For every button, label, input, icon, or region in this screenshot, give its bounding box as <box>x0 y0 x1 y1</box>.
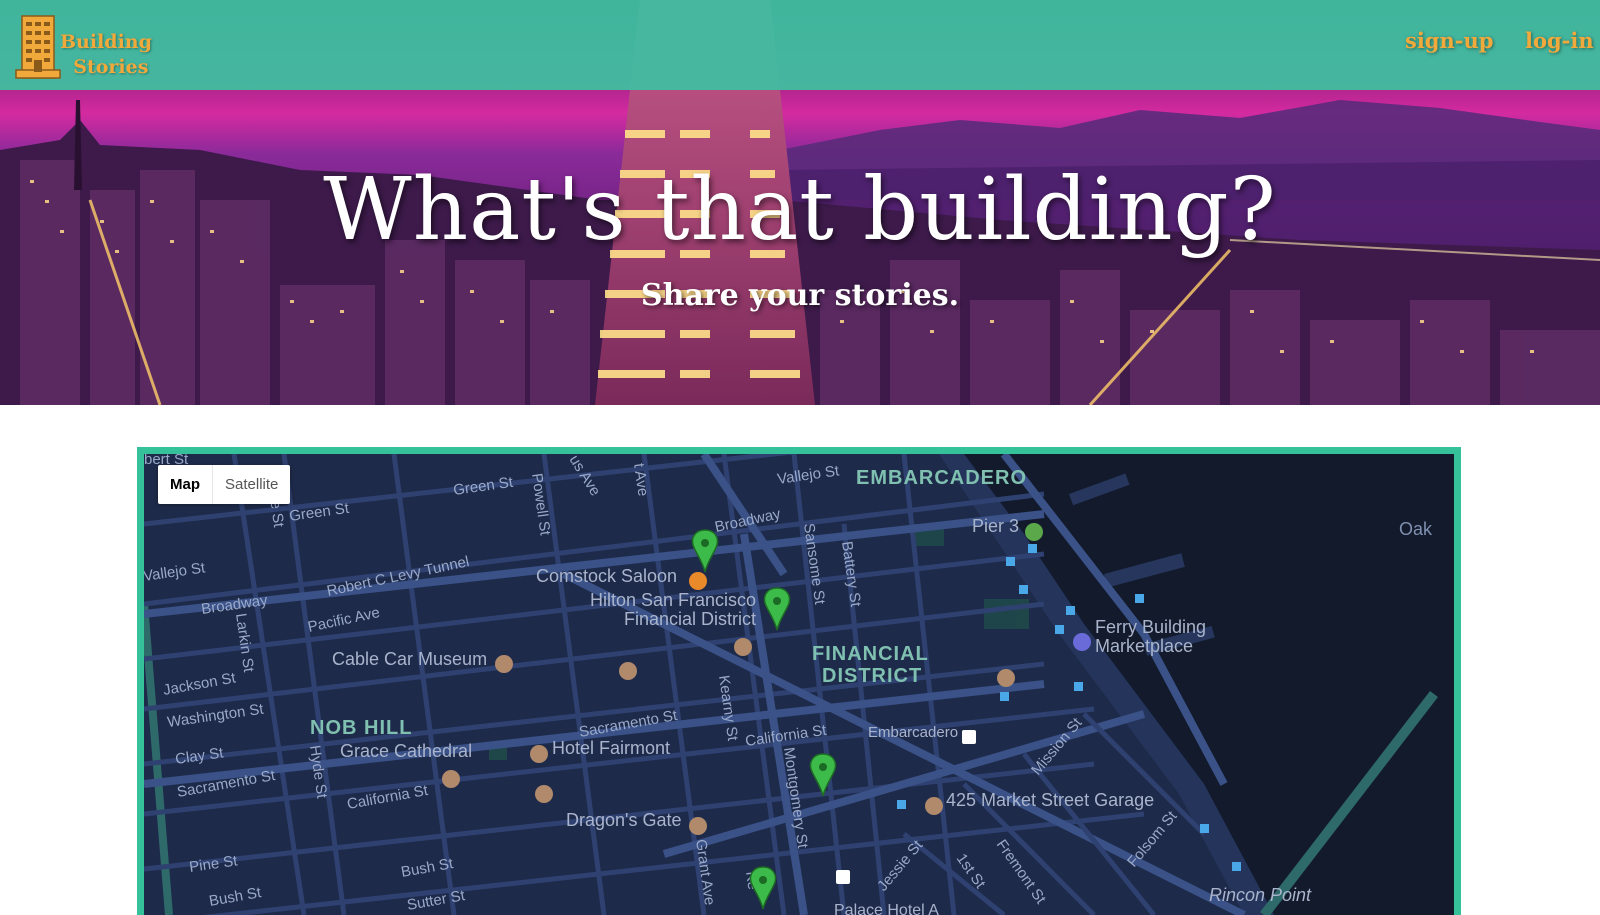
place-dragons-gate: Dragon's Gate <box>566 810 682 830</box>
brand-line2: Stories <box>73 56 149 78</box>
hotel-fairmont-poi-icon[interactable] <box>530 745 548 763</box>
label-financial-1: FINANCIAL <box>812 643 929 665</box>
bar-poi-icon[interactable] <box>689 572 707 590</box>
login-link[interactable]: log-in <box>1525 28 1594 53</box>
place-rincon-point: Rincon Point <box>1209 885 1312 905</box>
hero-title: What's that building? <box>323 160 1277 260</box>
bus-stop-icon[interactable] <box>1200 824 1209 833</box>
place-ferry-1: Ferry Building <box>1095 617 1206 637</box>
place-grace-cathedral: Grace Cathedral <box>340 741 472 761</box>
buildings-map[interactable]: Map Satellite EMBARCADERO FINANCIAL DIST… <box>144 454 1454 915</box>
street-oak: Oak <box>1399 519 1433 539</box>
bus-stop-icon[interactable] <box>1000 692 1009 701</box>
map-frame: Map Satellite EMBARCADERO FINANCIAL DIST… <box>137 447 1461 915</box>
place-425-market-garage: 425 Market Street Garage <box>946 790 1154 810</box>
bus-stop-icon[interactable] <box>1019 585 1028 594</box>
label-financial-2: DISTRICT <box>822 665 922 687</box>
parking-poi-icon[interactable] <box>925 797 943 815</box>
bus-stop-icon[interactable] <box>1232 862 1241 871</box>
camera-poi-icon[interactable] <box>619 662 637 680</box>
brand-line1: Building <box>60 31 152 53</box>
map-canvas: EMBARCADERO FINANCIAL DISTRICT NOB HILL … <box>144 454 1454 915</box>
place-cable-car-museum: Cable Car Museum <box>332 649 487 669</box>
place-pier-3: Pier 3 <box>972 516 1019 536</box>
map-type-satellite-button[interactable]: Satellite <box>213 465 290 504</box>
bus-stop-icon[interactable] <box>1066 606 1075 615</box>
landmark-poi-icon[interactable] <box>997 669 1015 687</box>
hotel-poi-icon-2[interactable] <box>535 785 553 803</box>
map-type-control: Map Satellite <box>158 465 291 504</box>
top-navbar: Building Stories sign-up log-in <box>0 0 1600 90</box>
bus-stop-icon[interactable] <box>1135 594 1144 603</box>
transit-station-icon-2[interactable] <box>836 870 850 884</box>
map-type-map-button[interactable]: Map <box>158 465 213 504</box>
place-hilton-2: Financial District <box>624 609 756 629</box>
bus-stop-icon[interactable] <box>1055 625 1064 634</box>
bus-stop-icon[interactable] <box>1074 682 1083 691</box>
brand-name[interactable]: Building Stories <box>60 30 152 80</box>
hotel-poi-icon[interactable] <box>734 638 752 656</box>
place-ferry-2: Marketplace <box>1095 636 1193 656</box>
shopping-cart-icon[interactable] <box>1073 633 1091 651</box>
bus-stop-icon[interactable] <box>1028 544 1037 553</box>
place-comstock-saloon: Comstock Saloon <box>536 566 677 586</box>
bus-stop-icon[interactable] <box>897 800 906 809</box>
ferry-poi-icon[interactable] <box>1025 523 1043 541</box>
place-hilton-1: Hilton San Francisco <box>590 590 756 610</box>
label-nob-hill: NOB HILL <box>310 717 412 739</box>
transit-station-icon[interactable] <box>962 730 976 744</box>
hero-banner: Building Stories sign-up log-in What's t… <box>0 0 1600 405</box>
museum-poi-icon[interactable] <box>495 655 513 673</box>
label-embarcadero: EMBARCADERO <box>856 467 1027 489</box>
hero-subtitle: Share your stories. <box>640 278 960 313</box>
bus-stop-icon[interactable] <box>1006 557 1015 566</box>
gate-poi-icon[interactable] <box>689 817 707 835</box>
place-palace-hotel: Palace Hotel A <box>834 902 939 915</box>
church-poi-icon[interactable] <box>442 770 460 788</box>
place-embarcadero-station: Embarcadero <box>868 724 958 741</box>
signup-link[interactable]: sign-up <box>1405 28 1493 53</box>
place-hotel-fairmont: Hotel Fairmont <box>552 738 670 758</box>
